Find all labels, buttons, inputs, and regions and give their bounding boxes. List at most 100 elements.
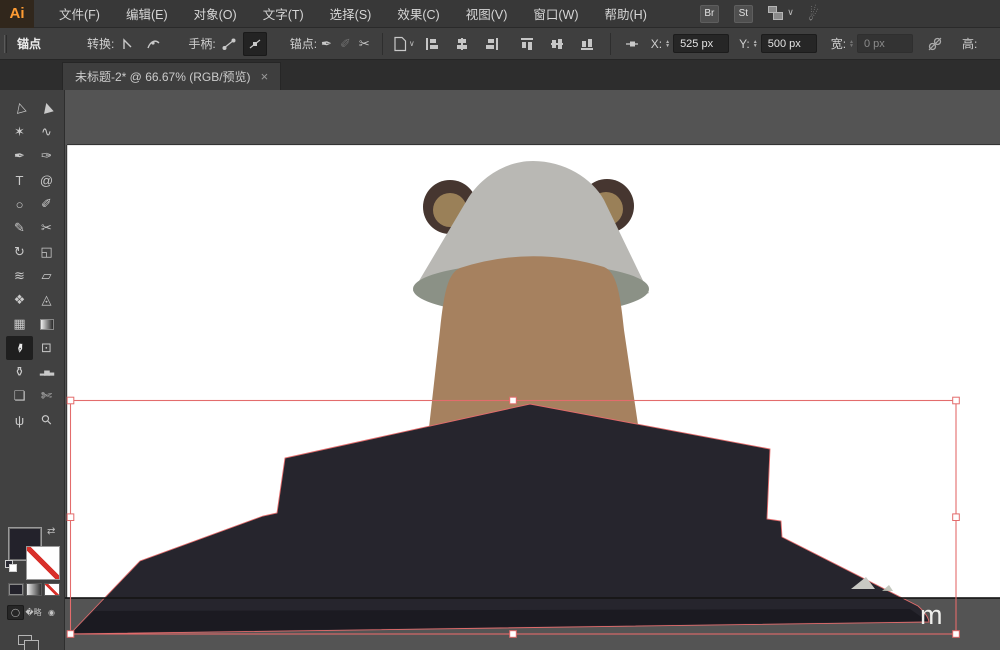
curvature-tool-icon: ✑ — [41, 148, 52, 164]
y-stepper[interactable]: ▲▼ — [753, 40, 758, 48]
pencil-tool[interactable]: ✎ — [6, 216, 33, 240]
swap-fill-stroke-icon[interactable]: ⇄ — [47, 526, 55, 537]
convert-to-corner-button[interactable] — [115, 32, 139, 56]
document-tab[interactable]: 未标题-2* @ 66.67% (RGB/预览) × — [62, 62, 281, 90]
selection-handle[interactable] — [67, 631, 74, 638]
height-label: 高: — [962, 35, 977, 52]
paintbrush-tool[interactable]: ✐ — [33, 192, 60, 216]
y-label: Y: — [739, 37, 750, 51]
selection-tool[interactable]: ▷ — [6, 96, 33, 120]
align-to-key-object-button[interactable] — [620, 32, 644, 56]
screen-mode-button[interactable] — [18, 635, 40, 650]
rotate-tool[interactable]: ↻ — [6, 240, 33, 264]
selection-handle[interactable] — [953, 397, 960, 404]
artboard-bottom-edge — [65, 597, 1000, 599]
perspective-grid-tool-icon: ◬ — [42, 292, 52, 308]
tool-grid: ▷▶✶∿✒✑T@○✐✎✂↻◱≋▱❖◬▦✒⊡⚱▂▅▃❏✄ψ⚲ — [0, 90, 64, 432]
mesh-tool[interactable]: ▦ — [6, 312, 33, 336]
convert-to-smooth-button[interactable] — [141, 32, 165, 56]
pen-tool[interactable]: ✒ — [6, 144, 33, 168]
width-label: 宽: — [831, 35, 846, 52]
lasso-tool[interactable]: ∿ — [33, 120, 60, 144]
menu-item-help[interactable]: 帮助(H) — [592, 0, 660, 27]
align-left-button[interactable] — [420, 32, 444, 56]
width-tool[interactable]: ≋ — [6, 264, 33, 288]
width-input: 0 px — [857, 34, 913, 53]
draw-normal-button[interactable]: ◯ — [7, 605, 24, 620]
bridge-button[interactable]: Br — [700, 5, 719, 23]
shape-builder-tool[interactable]: ❖ — [6, 288, 33, 312]
add-anchor-icon[interactable]: ✒ — [321, 36, 332, 52]
smooth-point-icon — [146, 37, 160, 51]
cut-path-icon[interactable]: ✂ — [359, 36, 370, 52]
selection-handle[interactable] — [67, 397, 74, 404]
align-top-button[interactable] — [515, 32, 539, 56]
spiral-tool[interactable]: @ — [33, 168, 60, 192]
perspective-grid-tool[interactable]: ◬ — [33, 288, 60, 312]
gradient-tool[interactable] — [33, 312, 60, 336]
gradient-button[interactable] — [26, 583, 42, 596]
draw-behind-button[interactable]: �略 — [25, 605, 42, 620]
selection-handle[interactable] — [953, 631, 960, 638]
align-middle-button[interactable] — [545, 32, 569, 56]
eyedropper-tool[interactable]: ✒ — [6, 336, 33, 360]
selection-handle[interactable] — [953, 514, 960, 521]
paint-style-buttons — [8, 583, 60, 596]
selection-handle[interactable] — [510, 631, 517, 638]
share-icon[interactable]: ☄ — [804, 3, 823, 25]
stroke-none-swatch[interactable] — [27, 547, 59, 579]
show-handles-button[interactable] — [217, 32, 241, 56]
align-center-button[interactable] — [450, 32, 474, 56]
control-bar-grip[interactable] — [4, 35, 7, 53]
curvature-tool[interactable]: ✑ — [33, 144, 60, 168]
stock-button[interactable]: St — [734, 5, 753, 23]
column-graph-tool[interactable]: ▂▅▃ — [33, 360, 60, 384]
workspace-switcher-icon[interactable]: ∨ — [768, 6, 792, 22]
ellipse-tool[interactable]: ○ — [6, 192, 33, 216]
drawing-mode-buttons: ◯ �略 ◉ — [7, 605, 60, 620]
magic-wand-tool[interactable]: ✶ — [6, 120, 33, 144]
selection-handle[interactable] — [67, 514, 74, 521]
menu-item-select[interactable]: 选择(S) — [317, 0, 385, 27]
color-button[interactable] — [8, 583, 24, 596]
selection-handle[interactable] — [510, 397, 517, 404]
type-tool[interactable]: T — [6, 168, 33, 192]
slice-tool[interactable]: ✄ — [33, 384, 60, 408]
align-bottom-button[interactable] — [575, 32, 599, 56]
free-transform-tool[interactable]: ▱ — [33, 264, 60, 288]
slice-tool-icon: ✄ — [41, 388, 52, 404]
width-tool-icon: ≋ — [14, 268, 25, 284]
tab-close-icon[interactable]: × — [261, 69, 269, 84]
isolate-selected-object-button[interactable]: ∨ — [392, 32, 416, 56]
symbol-sprayer-tool[interactable]: ⚱ — [6, 360, 33, 384]
hand-tool[interactable]: ψ — [6, 408, 33, 432]
scissors-tool[interactable]: ✂ — [33, 216, 60, 240]
menu-item-object[interactable]: 对象(O) — [181, 0, 250, 27]
align-right-button[interactable] — [480, 32, 504, 56]
menu-item-view[interactable]: 视图(V) — [453, 0, 521, 27]
canvas-area[interactable]: m — [65, 90, 1000, 650]
document-icon — [393, 36, 408, 52]
y-input[interactable]: 500 px — [761, 34, 817, 53]
blend-tool[interactable]: ⊡ — [33, 336, 60, 360]
app-logo[interactable]: Ai — [0, 0, 34, 28]
x-input[interactable]: 525 px — [673, 34, 729, 53]
x-stepper[interactable]: ▲▼ — [665, 40, 670, 48]
separator — [382, 33, 383, 55]
menu-item-effect[interactable]: 效果(C) — [384, 0, 452, 27]
handles-icon — [222, 37, 236, 51]
menu-item-type[interactable]: 文字(T) — [250, 0, 317, 27]
default-fill-stroke-icon[interactable] — [5, 560, 18, 573]
scale-tool[interactable]: ◱ — [33, 240, 60, 264]
zoom-tool[interactable]: ⚲ — [33, 408, 60, 432]
constrain-proportions-button[interactable] — [923, 32, 947, 56]
direct-selection-tool[interactable]: ▶ — [33, 96, 60, 120]
draw-inside-button[interactable]: ◉ — [43, 605, 60, 620]
none-button[interactable] — [44, 583, 60, 596]
hide-handles-button[interactable] — [243, 32, 267, 56]
menu-item-file[interactable]: 文件(F) — [46, 0, 113, 27]
menu-item-window[interactable]: 窗口(W) — [520, 0, 591, 27]
artboard-tool[interactable]: ❏ — [6, 384, 33, 408]
menu-item-edit[interactable]: 编辑(E) — [113, 0, 181, 27]
remove-anchor-icon[interactable]: ✐ — [340, 36, 351, 52]
